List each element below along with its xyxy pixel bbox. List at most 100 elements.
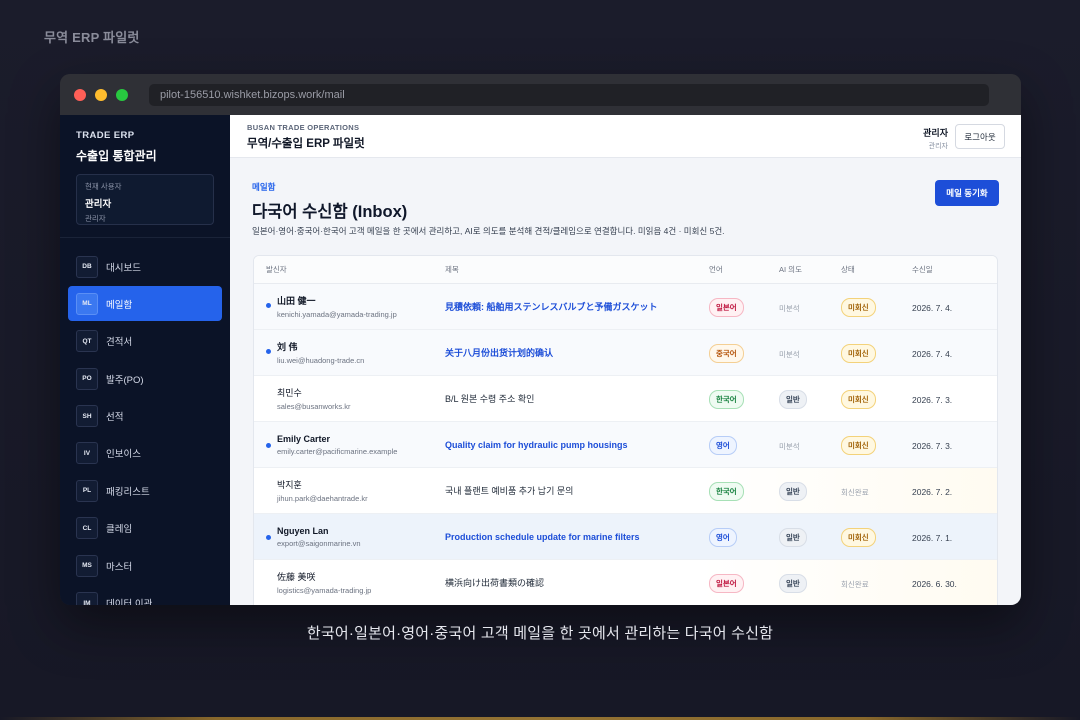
sender-cell: 佐藤 美咲 logistics@yamada-trading.jp	[254, 570, 445, 595]
minimize-window-icon[interactable]	[95, 88, 107, 101]
ai-intent-badge: 일반	[779, 389, 807, 409]
header-subtitle: BUSAN TRADE OPERATIONS	[247, 123, 360, 132]
sidebar-item-iv[interactable]: IV 인보이스	[68, 436, 222, 471]
date-cell: 2026. 6. 30.	[912, 574, 992, 592]
app-shell: TRADE ERP 수출입 통합관리 현재 사용자 관리자 관리자 DB 대시보드…	[60, 115, 1021, 605]
nav-code-badge: IV	[76, 442, 98, 465]
subject-cell: 关于八月份出货计划的确认	[445, 346, 709, 359]
current-user-role: 관리자	[85, 214, 106, 223]
mail-subject-link[interactable]: Quality claim for hydraulic pump housing…	[445, 440, 709, 450]
language-badge: 한국어	[709, 481, 744, 501]
ai-intent-badge: 일반	[779, 527, 807, 547]
sidebar-item-qt[interactable]: QT 견적서	[68, 324, 222, 359]
language-cell: 일본어	[709, 573, 779, 593]
mail-subject-link[interactable]: 국내 플랜트 예비품 추가 납기 문의	[445, 484, 709, 497]
sender-email: logistics@yamada-trading.jp	[277, 586, 372, 595]
mail-subject-link[interactable]: 关于八月份出货计划的确认	[445, 346, 709, 359]
table-row[interactable]: Nguyen Lan export@saigonmarine.vn Producti…	[254, 514, 997, 560]
brand-title: 수출입 통합관리	[76, 149, 157, 163]
sidebar-item-ms[interactable]: MS 마스터	[68, 548, 222, 583]
sender-name: 刘 伟	[277, 342, 298, 352]
table-row[interactable]: 山田 健一 kenichi.yamada@yamada-trading.jp 見積依…	[254, 284, 997, 330]
column-header-date[interactable]: 수신일	[912, 264, 992, 275]
sidebar-item-db[interactable]: DB 대시보드	[68, 249, 222, 284]
maximize-window-icon[interactable]	[116, 88, 128, 101]
sender-name: 山田 健一	[277, 296, 316, 306]
sender-cell: 박지훈 jihun.park@daehantrade.kr	[254, 478, 445, 503]
logout-button[interactable]: 로그아웃	[955, 124, 1005, 149]
sender-email: export@saigonmarine.vn	[277, 538, 361, 548]
sidebar-item-label: 인보이스	[106, 449, 141, 461]
received-date: 2026. 7. 3.	[912, 440, 953, 451]
ai-intent-text: 미분석	[779, 441, 800, 451]
unread-dot-icon	[266, 303, 271, 308]
ai-intent-cell: 일반	[779, 527, 841, 547]
mail-subject-link[interactable]: 見積依頼: 船舶用ステンレスバルブと予備ガスケット	[445, 300, 709, 313]
sender-name: 佐藤 美咲	[277, 572, 316, 582]
table-header: 발신자 제목 언어 AI 의도 상태 수신일	[254, 256, 997, 284]
sidebar-item-label: 클레임	[106, 524, 133, 536]
sidebar-item-label: 대시보드	[106, 262, 141, 274]
date-cell: 2026. 7. 4.	[912, 298, 992, 316]
table-row[interactable]: Emily Carter emily.carter@pacificmarine.e…	[254, 422, 997, 468]
sidebar: TRADE ERP 수출입 통합관리 현재 사용자 관리자 관리자 DB 대시보드…	[60, 115, 230, 605]
page-description: 일본어·영어·중국어·한국어 고객 메일을 한 곳에서 관리하고, AI로 의도…	[252, 226, 725, 236]
mail-subject-link[interactable]: 横浜向け出荷書類の確認	[445, 576, 709, 589]
column-header-sender[interactable]: 발신자	[254, 264, 445, 275]
nav-code-badge: IM	[76, 592, 98, 605]
table-row[interactable]: 刘 伟 liu.wei@huadong-trade.cn 关于八月份出货计划的确认 중…	[254, 330, 997, 376]
page-caption-top: 무역 ERP 파일럿	[44, 30, 140, 45]
nav-code-badge: DB	[76, 255, 98, 278]
sidebar-item-ml[interactable]: ML 메일함	[68, 286, 222, 322]
current-user-card: 현재 사용자 관리자 관리자	[76, 174, 214, 225]
sidebar-item-label: 패킹리스트	[106, 486, 150, 498]
subject-cell: 横浜向け出荷書類の確認	[445, 576, 709, 589]
nav-code-badge: PL	[76, 479, 98, 502]
sender-cell: 최민수 sales@busanworks.kr	[254, 386, 445, 411]
language-cell: 영어	[709, 527, 779, 547]
date-cell: 2026. 7. 2.	[912, 482, 992, 500]
status-text: 회신완료	[841, 487, 869, 497]
sidebar-item-sh[interactable]: SH 선적	[68, 399, 222, 434]
ai-intent-cell: 일반	[779, 481, 841, 501]
unread-dot-icon	[266, 349, 271, 354]
table-row[interactable]: 최민수 sales@busanworks.kr B/L 원본 수령 주소 확인 한국어…	[254, 376, 997, 422]
sender-name: Nguyen Lan	[277, 525, 329, 536]
status-cell: 미회신	[841, 343, 912, 363]
status-cell: 미회신	[841, 435, 912, 455]
sync-mail-button[interactable]: 메일 동기화	[935, 180, 999, 206]
sidebar-item-pl[interactable]: PL 패킹리스트	[68, 473, 222, 508]
sidebar-item-label: 선적	[106, 412, 124, 424]
sidebar-item-label: 마스터	[106, 561, 133, 573]
sender-name: Emily Carter	[277, 433, 331, 444]
close-window-icon[interactable]	[74, 88, 86, 101]
header-user-role: 관리자	[928, 143, 948, 150]
status-cell: 미회신	[841, 389, 912, 409]
column-header-status[interactable]: 상태	[841, 264, 912, 275]
mail-subject-link[interactable]: B/L 원본 수령 주소 확인	[445, 392, 709, 405]
status-badge: 미회신	[841, 435, 876, 455]
sidebar-item-im[interactable]: IM 데이터 이관	[68, 586, 222, 605]
subject-cell: Production schedule update for marine fi…	[445, 532, 709, 542]
mail-subject-link[interactable]: Production schedule update for marine fi…	[445, 532, 709, 542]
status-cell: 미회신	[841, 297, 912, 317]
column-header-subject[interactable]: 제목	[445, 264, 709, 275]
address-bar[interactable]: pilot-156510.wishket.bizops.work/mail	[149, 83, 989, 106]
language-badge: 영어	[709, 435, 737, 455]
sender-cell: Nguyen Lan export@saigonmarine.vn	[254, 526, 445, 548]
status-cell: 미회신	[841, 527, 912, 547]
column-header-language[interactable]: 언어	[709, 264, 779, 275]
sidebar-item-po[interactable]: PO 발주(PO)	[68, 361, 222, 396]
table-row[interactable]: 佐藤 美咲 logistics@yamada-trading.jp 横浜向け出荷書類…	[254, 560, 997, 605]
bottom-caption: 한국어·일본어·영어·중국어 고객 메일을 한 곳에서 관리하는 다국어 수신함	[306, 625, 774, 642]
column-header-ai-intent[interactable]: AI 의도	[779, 264, 841, 275]
sidebar-item-cl[interactable]: CL 클레임	[68, 511, 222, 546]
sender-name: 최민수	[277, 388, 302, 398]
table-row[interactable]: 박지훈 jihun.park@daehantrade.kr 국내 플랜트 예비품 추…	[254, 468, 997, 514]
language-badge: 중국어	[709, 343, 744, 363]
language-badge: 일본어	[709, 297, 744, 317]
browser-window: pilot-156510.wishket.bizops.work/mail TR…	[60, 74, 1021, 605]
unread-dot-icon	[266, 442, 271, 448]
browser-titlebar: pilot-156510.wishket.bizops.work/mail	[60, 74, 1021, 115]
language-cell: 영어	[709, 435, 779, 455]
